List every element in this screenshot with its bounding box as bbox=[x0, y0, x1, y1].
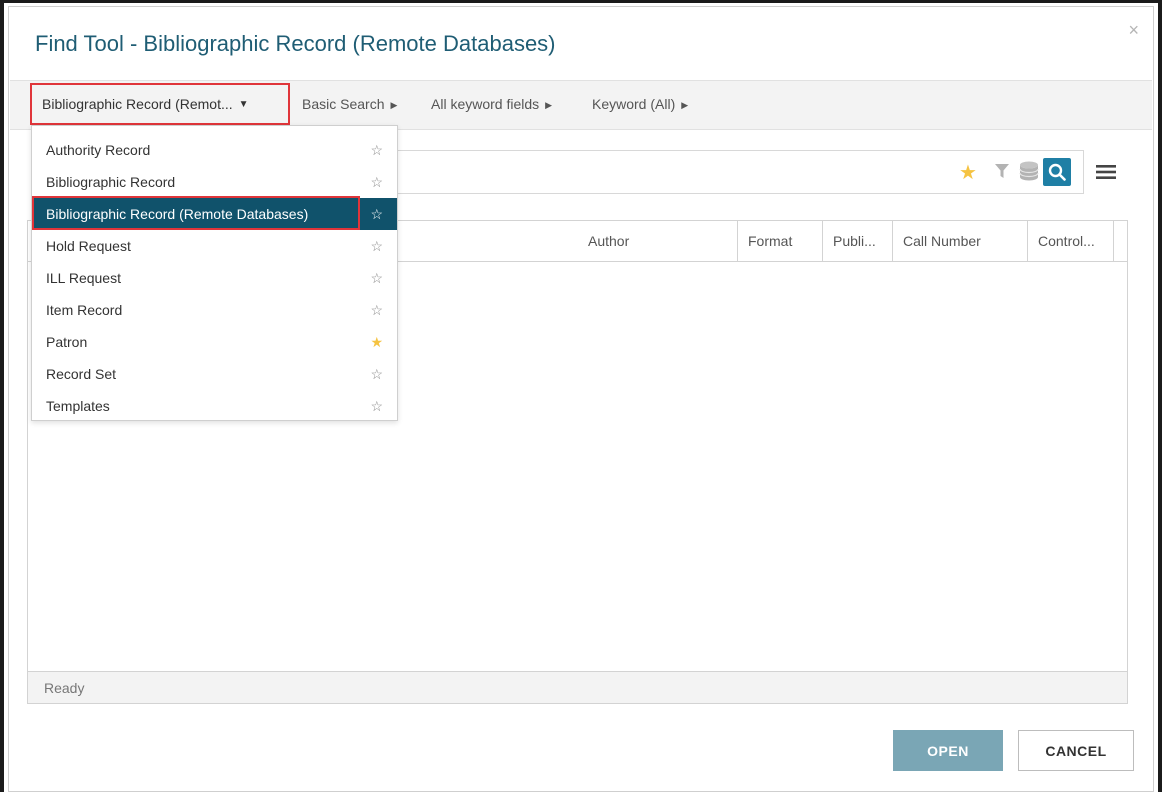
menu-item-label: Bibliographic Record bbox=[46, 174, 176, 190]
chevron-right-icon: ▶ bbox=[390, 100, 398, 110]
menu-item-label: Templates bbox=[46, 398, 110, 414]
caret-down-icon: ▼ bbox=[238, 98, 249, 110]
record-type-dropdown: Authority Record ☆ Bibliographic Record … bbox=[31, 125, 398, 421]
column-format[interactable]: Format bbox=[738, 221, 823, 261]
window-frame-right bbox=[1158, 0, 1162, 792]
search-icon bbox=[1048, 163, 1066, 181]
record-type-label: Bibliographic Record (Remot... bbox=[42, 96, 233, 112]
breadcrumb-field[interactable]: All keyword fields ▶ bbox=[431, 96, 552, 112]
menu-item-hold-request[interactable]: Hold Request ☆ bbox=[32, 230, 397, 262]
search-mode-label: Basic Search bbox=[302, 96, 385, 112]
star-outline-icon[interactable]: ☆ bbox=[370, 358, 383, 390]
menu-item-bibliographic-record[interactable]: Bibliographic Record ☆ bbox=[32, 166, 397, 198]
star-outline-icon[interactable]: ☆ bbox=[370, 166, 383, 198]
star-outline-icon[interactable]: ☆ bbox=[370, 390, 383, 422]
window-frame-top bbox=[0, 0, 1162, 3]
breadcrumb: Bibliographic Record (Remot... ▼ Basic S… bbox=[10, 80, 1152, 130]
record-type-select[interactable]: Bibliographic Record (Remot... ▼ bbox=[30, 83, 290, 125]
column-call-number[interactable]: Call Number bbox=[893, 221, 1028, 261]
window-frame-left bbox=[0, 0, 4, 792]
qualifier-label: Keyword (All) bbox=[592, 96, 676, 112]
menu-item-label: Authority Record bbox=[46, 142, 151, 158]
menu-item-ill-request[interactable]: ILL Request ☆ bbox=[32, 262, 397, 294]
menu-item-label: Bibliographic Record (Remote Databases) bbox=[46, 206, 309, 222]
cancel-button[interactable]: CANCEL bbox=[1018, 730, 1134, 771]
breadcrumb-qualifier[interactable]: Keyword (All) ▶ bbox=[592, 96, 688, 112]
star-outline-icon[interactable]: ☆ bbox=[370, 134, 383, 166]
menu-item-label: Hold Request bbox=[46, 238, 131, 254]
star-outline-icon[interactable]: ☆ bbox=[370, 262, 383, 294]
star-outline-icon[interactable]: ☆ bbox=[370, 230, 383, 262]
menu-item-record-set[interactable]: Record Set ☆ bbox=[32, 358, 397, 390]
filter-icon[interactable] bbox=[995, 163, 1009, 179]
menu-item-label: ILL Request bbox=[46, 270, 121, 286]
open-button[interactable]: OPEN bbox=[893, 730, 1003, 771]
star-outline-icon[interactable]: ☆ bbox=[370, 294, 383, 326]
menu-item-bibliographic-record-remote[interactable]: Bibliographic Record (Remote Databases) … bbox=[32, 198, 397, 230]
status-bar: Ready bbox=[28, 671, 1127, 703]
menu-item-label: Patron bbox=[46, 334, 88, 350]
hamburger-menu-icon[interactable] bbox=[1096, 164, 1116, 180]
search-button[interactable] bbox=[1043, 158, 1071, 186]
column-control-number[interactable]: Control... bbox=[1028, 221, 1114, 261]
database-icon[interactable] bbox=[1018, 160, 1040, 182]
chevron-right-icon: ▶ bbox=[545, 100, 553, 110]
star-icon[interactable]: ★ bbox=[959, 160, 977, 185]
menu-item-label: Record Set bbox=[46, 366, 117, 382]
menu-item-item-record[interactable]: Item Record ☆ bbox=[32, 294, 397, 326]
column-publisher[interactable]: Publi... bbox=[823, 221, 893, 261]
menu-item-templates[interactable]: Templates ☆ bbox=[32, 390, 397, 422]
close-icon[interactable]: × bbox=[1128, 21, 1139, 39]
star-filled-icon[interactable]: ★ bbox=[370, 326, 383, 358]
star-outline-icon[interactable]: ☆ bbox=[370, 198, 383, 230]
menu-item-label: Item Record bbox=[46, 302, 123, 318]
breadcrumb-search-mode[interactable]: Basic Search ▶ bbox=[302, 96, 397, 112]
menu-item-authority-record[interactable]: Authority Record ☆ bbox=[32, 134, 397, 166]
column-author[interactable]: Author bbox=[578, 221, 738, 261]
field-label: All keyword fields bbox=[431, 96, 540, 112]
dialog-title: Find Tool - Bibliographic Record (Remote… bbox=[35, 31, 556, 56]
search-input[interactable] bbox=[390, 150, 1084, 194]
chevron-right-icon: ▶ bbox=[681, 100, 689, 110]
menu-item-patron[interactable]: Patron ★ bbox=[32, 326, 397, 358]
